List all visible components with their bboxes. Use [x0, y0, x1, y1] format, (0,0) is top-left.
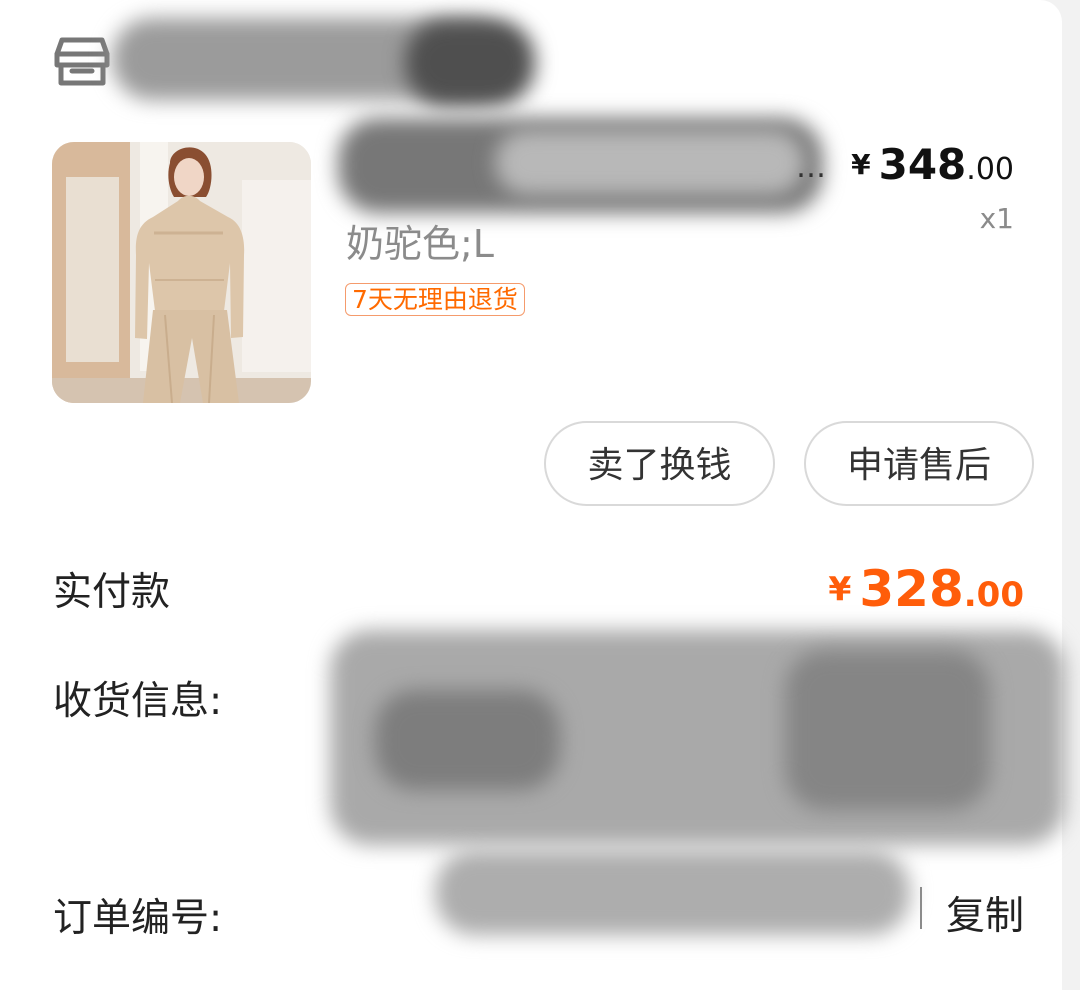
store-icon[interactable] [54, 36, 110, 88]
order-number-label: 订单编号: [53, 896, 223, 941]
unit-price: ¥348.00 [851, 140, 1014, 189]
product-title-ellipsis: … [796, 150, 828, 185]
order-detail-card: … ¥348.00 x1 奶驼色;L 7天无理由退货 卖了换钱 申请售后 实付款… [0, 0, 1065, 990]
copy-separator [920, 887, 922, 929]
price-integer: 348 [878, 140, 967, 189]
paid-integer: 328 [859, 560, 964, 618]
sweater-model-image [52, 142, 311, 403]
paid-decimal: .00 [963, 575, 1024, 615]
shipping-info-label: 收货信息: [53, 679, 223, 724]
redacted-shipping-info-dark [375, 690, 560, 790]
quantity-label: x1 [979, 202, 1014, 235]
product-image[interactable] [52, 142, 311, 403]
price-currency: ¥ [851, 148, 871, 181]
product-sku: 奶驼色;L [346, 222, 494, 266]
paid-amount-label: 实付款 [53, 570, 171, 615]
redacted-store-name-dark [405, 20, 535, 105]
redacted-product-title-light [495, 130, 805, 195]
paid-amount: ¥328.00 [828, 560, 1024, 618]
return-policy-badge: 7天无理由退货 [345, 283, 525, 316]
redacted-shipping-info-dark-2 [785, 650, 990, 810]
resell-button[interactable]: 卖了换钱 [544, 421, 775, 506]
redacted-order-number [435, 850, 910, 935]
copy-order-number-button[interactable]: 复制 [946, 885, 1024, 941]
price-decimal: .00 [966, 152, 1014, 187]
paid-currency: ¥ [828, 569, 852, 608]
after-sales-button[interactable]: 申请售后 [804, 421, 1034, 506]
